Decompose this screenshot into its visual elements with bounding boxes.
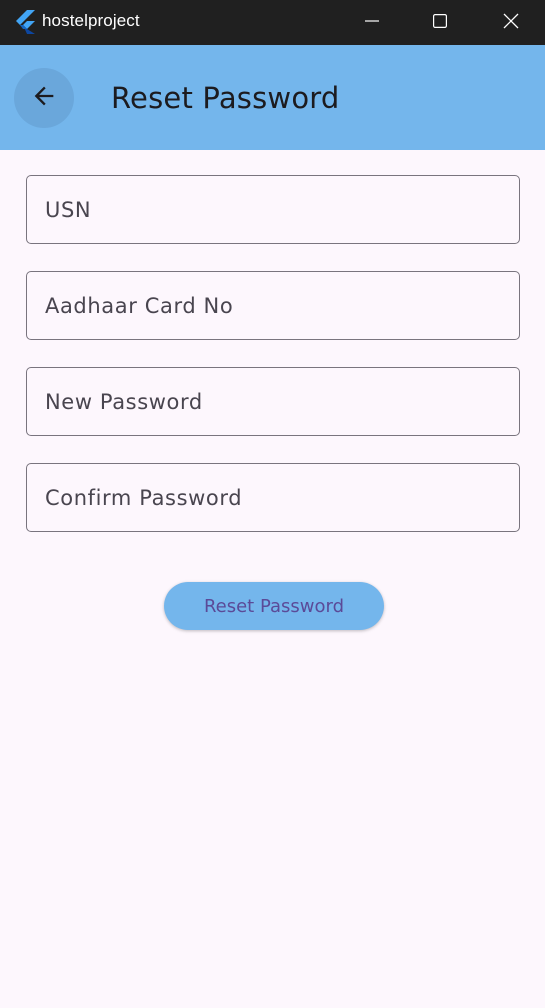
close-icon bbox=[503, 13, 519, 33]
minimize-icon bbox=[365, 13, 379, 32]
window-titlebar: hostelproject bbox=[0, 0, 545, 45]
back-button[interactable] bbox=[14, 68, 74, 128]
new-password-field-label: New Password bbox=[45, 390, 203, 414]
app-bar: Reset Password bbox=[0, 45, 545, 150]
new-password-field[interactable]: New Password bbox=[26, 367, 520, 436]
aadhaar-card-field[interactable]: Aadhaar Card No bbox=[26, 271, 520, 340]
usn-field[interactable]: USN bbox=[26, 175, 520, 244]
minimize-button[interactable] bbox=[337, 0, 407, 45]
confirm-password-field-label: Confirm Password bbox=[45, 486, 243, 510]
close-button[interactable] bbox=[476, 0, 545, 45]
app-window: hostelproject Reset Password USN Aadhaar… bbox=[0, 0, 545, 1008]
aadhaar-card-field-label: Aadhaar Card No bbox=[45, 294, 234, 318]
usn-field-label: USN bbox=[45, 198, 92, 222]
page-title: Reset Password bbox=[111, 81, 340, 115]
maximize-button[interactable] bbox=[405, 0, 475, 45]
confirm-password-field[interactable]: Confirm Password bbox=[26, 463, 520, 532]
reset-password-button[interactable]: Reset Password bbox=[164, 582, 384, 630]
arrow-left-icon bbox=[30, 82, 58, 114]
flutter-logo-icon bbox=[14, 10, 36, 34]
maximize-icon bbox=[433, 13, 448, 32]
reset-password-button-label: Reset Password bbox=[203, 595, 345, 617]
window-title: hostelproject bbox=[42, 11, 140, 30]
